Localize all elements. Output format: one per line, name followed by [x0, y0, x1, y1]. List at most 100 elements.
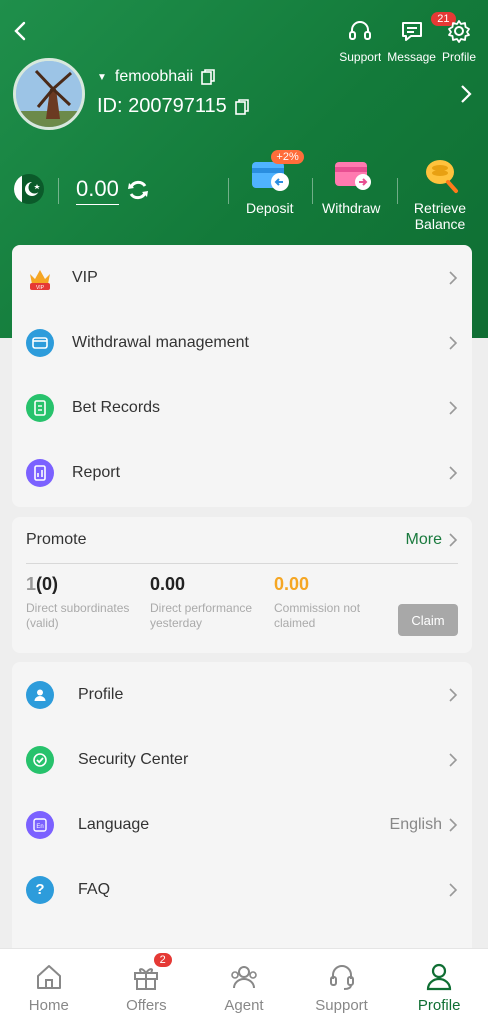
tab-profile[interactable]: Profile — [390, 949, 488, 1024]
refresh-icon[interactable] — [126, 178, 150, 202]
menu-item-profile[interactable]: Profile — [12, 662, 472, 727]
promote-card: Promote More 1(0) Direct subordinates (v… — [12, 517, 472, 653]
menu-item-language[interactable]: En Language English — [12, 792, 472, 857]
menu-label: Withdrawal management — [72, 333, 249, 351]
caret-down-icon: ▼ — [97, 71, 107, 83]
support-label: Support — [339, 50, 382, 64]
language-icon: En — [26, 810, 54, 839]
withdraw-button[interactable]: Withdraw — [322, 158, 380, 216]
tab-offers[interactable]: 2 Offers — [98, 949, 196, 1024]
menu-label: Security Center — [78, 750, 189, 768]
menu-item-report[interactable]: Report — [12, 440, 472, 505]
divider — [397, 178, 398, 204]
gear-icon — [448, 20, 470, 43]
language-current-value: English — [389, 815, 442, 833]
headset-icon — [349, 21, 372, 40]
user-icon — [26, 680, 54, 709]
more-label: More — [405, 531, 442, 548]
stat-value: 0.00 — [274, 574, 310, 594]
chart-icon — [26, 458, 54, 487]
claim-button[interactable]: Claim — [398, 604, 458, 636]
username: femoobhaii — [114, 68, 194, 85]
stat-label: Direct subordinates (valid) — [26, 601, 130, 630]
tab-agent[interactable]: Agent — [195, 949, 293, 1024]
deposit-button[interactable]: +2% Deposit — [246, 150, 304, 216]
menu-item-vip[interactable]: VIP VIP — [12, 245, 472, 310]
stat-value-sub: (0) — [36, 574, 59, 594]
divider — [312, 178, 313, 204]
message-button[interactable]: 21 Message — [387, 12, 456, 64]
pakistan-flag-icon[interactable] — [14, 174, 44, 204]
promote-more-link[interactable]: More — [406, 531, 458, 549]
chevron-right-icon — [449, 752, 458, 767]
promote-stats: 1(0) Direct subordinates (valid) 0.00 Di… — [12, 564, 472, 654]
chevron-right-icon — [449, 882, 458, 897]
copy-id-icon[interactable] — [234, 98, 249, 115]
message-icon — [401, 22, 422, 41]
promote-header: Promote More — [12, 517, 472, 563]
bottom-tab-bar: Home 2 Offers Agent Support Profile — [0, 948, 488, 1024]
stat-commission: 0.00 Commission not claimed — [274, 574, 384, 654]
deposit-label: Deposit — [246, 200, 294, 216]
offers-badge: 2 — [153, 953, 172, 967]
chevron-right-icon — [449, 335, 458, 350]
stat-direct-subordinates: 1(0) Direct subordinates (valid) — [26, 574, 150, 654]
menu-item-security-center[interactable]: Security Center — [12, 727, 472, 792]
avatar[interactable] — [13, 58, 85, 130]
tab-label: Offers — [126, 997, 167, 1014]
chevron-right-icon — [449, 465, 458, 480]
menu-item-withdrawal-management[interactable]: Withdrawal management — [12, 310, 472, 375]
tab-label: Support — [315, 997, 368, 1014]
wallet-icon — [26, 328, 54, 357]
deposit-icon: +2% — [248, 150, 304, 194]
withdraw-label: Withdraw — [322, 200, 381, 216]
menu-label: VIP — [72, 268, 98, 286]
svg-text:VIP: VIP — [36, 285, 45, 291]
message-label: Message — [387, 50, 436, 64]
back-arrow-icon[interactable] — [10, 18, 32, 44]
promote-title: Promote — [26, 531, 87, 548]
chevron-right-icon — [449, 817, 458, 832]
username-row: ▼ femoobhaii — [97, 68, 215, 86]
account-menu-card: VIP VIP Withdrawal management Bet Record… — [12, 245, 472, 507]
divider — [228, 178, 229, 204]
chevron-right-icon — [449, 270, 458, 285]
divider — [58, 178, 59, 204]
account-chevron-icon[interactable] — [460, 84, 472, 104]
menu-label: Language — [78, 815, 150, 833]
user-id: ID: 200797115 — [97, 95, 227, 117]
shield-check-icon — [26, 745, 54, 774]
profile-settings-button[interactable]: Profile — [442, 18, 476, 64]
copy-username-icon[interactable] — [201, 69, 215, 85]
chevron-right-icon — [449, 533, 458, 547]
menu-label: Profile — [78, 685, 124, 703]
tab-label: Home — [28, 997, 69, 1014]
balance-amount: 0.00 — [76, 176, 119, 205]
stat-direct-performance: 0.00 Direct performance yesterday — [150, 574, 274, 654]
stat-value: 1 — [26, 574, 37, 594]
agent-icon — [231, 966, 257, 989]
menu-label: Bet Records — [72, 398, 161, 416]
coins-search-icon — [418, 158, 462, 194]
retrieve-balance-label: Retrieve Balance — [413, 200, 467, 232]
profile-settings-label: Profile — [441, 50, 476, 64]
vip-crown-icon: VIP — [26, 264, 54, 292]
chevron-right-icon — [449, 400, 458, 415]
deposit-bonus-badge: +2% — [271, 150, 304, 164]
headset-icon — [329, 965, 354, 990]
menu-label: Report — [72, 463, 121, 481]
settings-menu-card: Profile Security Center En Language Engl… — [12, 662, 472, 962]
retrieve-balance-button[interactable]: Retrieve Balance — [412, 158, 468, 232]
tab-label: Agent — [224, 997, 264, 1014]
menu-item-bet-records[interactable]: Bet Records — [12, 375, 472, 440]
tab-label: Profile — [417, 997, 461, 1014]
menu-item-faq[interactable]: ? FAQ — [12, 857, 472, 922]
tab-support[interactable]: Support — [293, 949, 391, 1024]
document-icon — [26, 393, 54, 422]
profile-icon — [427, 963, 452, 991]
menu-label: FAQ — [78, 880, 111, 898]
support-button[interactable]: Support — [339, 18, 381, 64]
chevron-right-icon — [449, 687, 458, 702]
svg-text:En: En — [36, 824, 43, 830]
tab-home[interactable]: Home — [0, 949, 98, 1024]
